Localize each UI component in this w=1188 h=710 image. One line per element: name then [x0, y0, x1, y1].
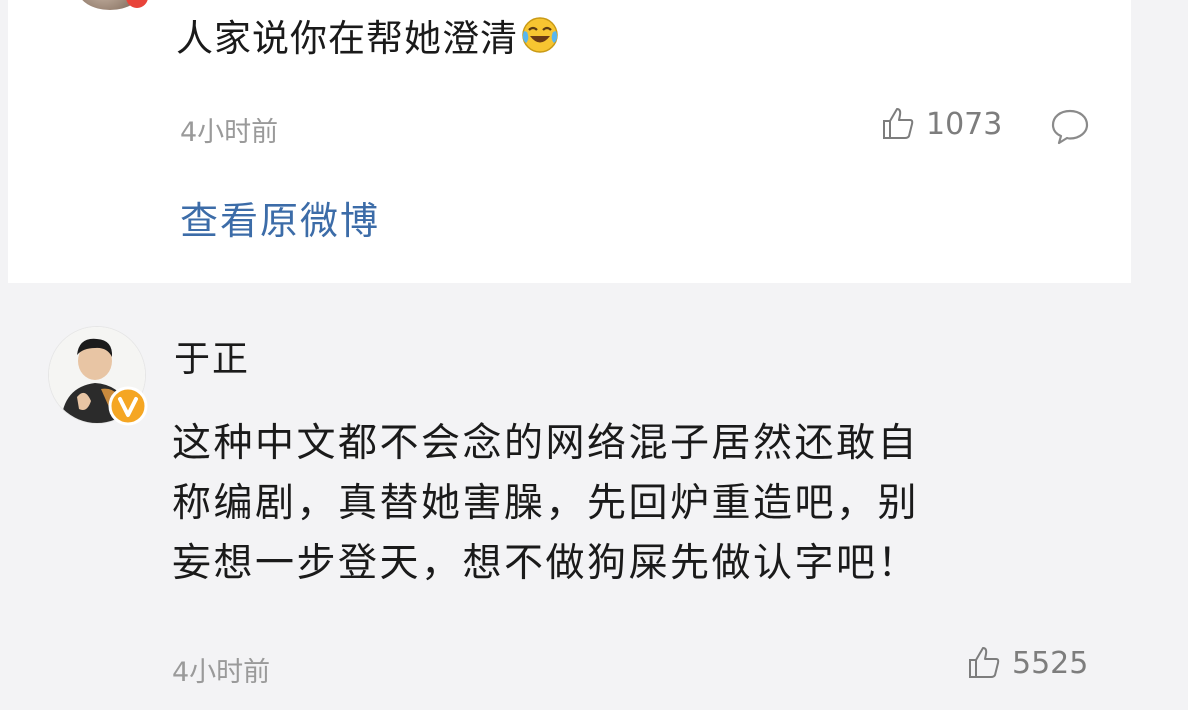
comment-line: 妄想一步登天，想不做狗屎先做认字吧！: [172, 541, 920, 586]
comment-bubble-icon[interactable]: [1050, 106, 1090, 146]
laughing-crying-emoji-icon: [522, 17, 558, 53]
quoted-comment-body: 人家说你在帮她澄清: [176, 8, 560, 62]
like-count: 1073: [926, 106, 1003, 142]
like-count: 5525: [1012, 645, 1089, 681]
thumbs-up-icon: [883, 108, 914, 139]
comment-body: 这种中文都不会念的网络混子居然还敢自 称编剧，真替她害臊，先回炉重造吧，别 妄想…: [172, 414, 1072, 594]
comment-line: 这种中文都不会念的网络混子居然还敢自: [172, 421, 920, 466]
quoted-comment-card: 人家说你在帮她澄清 4小时前 1073 查看原微博: [8, 0, 1131, 283]
like-button[interactable]: 1073: [880, 106, 1002, 142]
like-button[interactable]: 5525: [966, 645, 1088, 681]
comment-timestamp: 4小时前: [180, 117, 279, 148]
verified-badge-icon: [108, 386, 148, 426]
comment-timestamp: 4小时前: [172, 657, 271, 688]
badge-icon: [126, 0, 148, 8]
thumbs-up-icon: [969, 647, 1000, 678]
comment-line: 称编剧，真替她害臊，先回炉重造吧，别: [172, 481, 920, 526]
view-original-weibo-link[interactable]: 查看原微博: [180, 190, 380, 245]
page-margin: [1131, 0, 1188, 710]
quoted-comment-text: 人家说你在帮她澄清: [176, 17, 518, 60]
username[interactable]: 于正: [174, 330, 250, 382]
